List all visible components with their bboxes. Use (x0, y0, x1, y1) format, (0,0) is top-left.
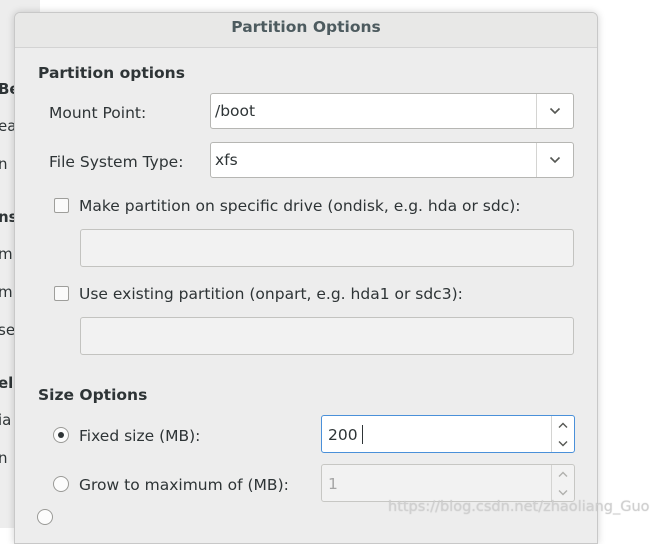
background-label: se (0, 321, 16, 339)
file-system-type-combo[interactable]: xfs (210, 142, 574, 178)
chevron-down-icon[interactable] (552, 434, 574, 452)
file-system-type-value: xfs (215, 151, 238, 169)
background-label: ia (0, 411, 12, 429)
grow-to-max-label: Grow to maximum of (MB): (79, 476, 289, 494)
dialog-header: Partition Options (15, 13, 597, 48)
chevron-up-icon[interactable] (552, 416, 574, 434)
partition-options-heading: Partition options (38, 64, 185, 82)
background-label: n (0, 155, 8, 173)
file-system-type-label: File System Type: (49, 153, 184, 171)
onpart-checkbox[interactable] (54, 286, 69, 301)
watermark: https://blog.csdn.net/zhaoliang_Guo (388, 499, 650, 515)
ondisk-field[interactable] (80, 229, 574, 267)
fixed-size-value: 200 (328, 426, 358, 444)
dialog-title: Partition Options (231, 18, 381, 36)
spin-buttons (551, 416, 574, 452)
radio-selected-dot (58, 432, 64, 438)
cut-off-radio[interactable] (37, 509, 53, 525)
mount-point-label: Mount Point: (49, 104, 147, 122)
text-caret (362, 425, 363, 444)
spin-buttons (551, 465, 574, 501)
onpart-field[interactable] (80, 317, 574, 355)
ondisk-checkbox[interactable] (54, 198, 69, 213)
mount-point-combo[interactable]: /boot (210, 93, 574, 129)
background-label: m (0, 245, 13, 263)
fixed-size-spinner[interactable]: 200 (321, 415, 575, 453)
background-label: m (0, 283, 13, 301)
ondisk-label: Make partition on specific drive (ondisk… (79, 197, 521, 215)
fixed-size-radio[interactable] (53, 427, 69, 443)
chevron-up-icon[interactable] (552, 465, 574, 483)
grow-to-max-value: 1 (328, 475, 338, 493)
background-label: n (0, 449, 8, 467)
onpart-label: Use existing partition (onpart, e.g. hda… (79, 285, 463, 303)
mount-point-value: /boot (215, 102, 256, 120)
grow-to-max-radio[interactable] (53, 476, 69, 492)
chevron-down-icon[interactable] (537, 143, 573, 177)
grow-to-max-spinner[interactable]: 1 (321, 464, 575, 502)
background-label: el (0, 374, 14, 392)
chevron-down-icon[interactable] (537, 94, 573, 128)
size-options-heading: Size Options (38, 386, 148, 404)
fixed-size-label: Fixed size (MB): (79, 427, 201, 445)
